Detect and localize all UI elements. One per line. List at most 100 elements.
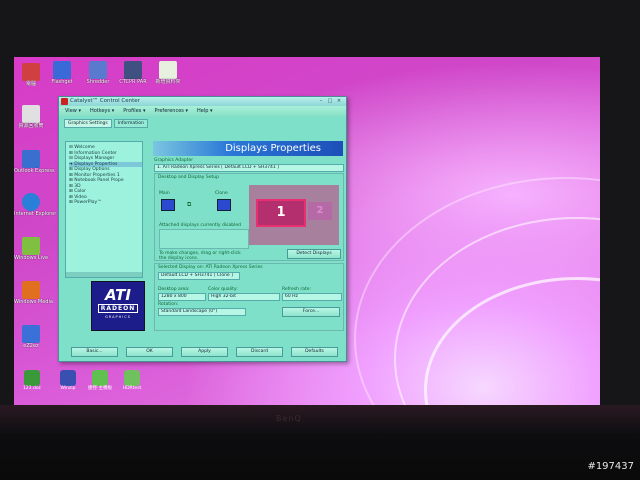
internet-explorer-icon (22, 193, 40, 211)
maximize-icon[interactable]: □ (326, 98, 334, 104)
graphics-adapter-select[interactable]: 1. ATI Radeon Xpress Series [ Default LC… (154, 164, 344, 172)
desktop-icon-media[interactable]: Windows Media (14, 281, 53, 305)
desktop-icon-winzip[interactable]: Winzip (56, 370, 80, 391)
close-icon[interactable]: × (335, 98, 343, 104)
drag-instructions: To make changes, drag or right-click the… (159, 251, 241, 261)
tab-bar: Graphics Settings Information (59, 116, 346, 128)
logo-graphics: GRAPHICS (105, 315, 131, 319)
desktop-icon-outlook[interactable]: Outlook Express (14, 150, 55, 174)
desktop-icon-ie[interactable]: Internet Explorer (14, 193, 57, 217)
minimize-icon[interactable]: – (317, 98, 325, 104)
desktop-icon-shredder[interactable]: Shredder (81, 61, 115, 85)
logo-radeon: RADEON (98, 304, 138, 313)
desktop-icon-label: Windows Media (14, 299, 53, 305)
discard-button[interactable]: Discard (236, 347, 283, 357)
monitor-brand-logo: BenQ (276, 414, 302, 423)
apply-button[interactable]: Apply (181, 347, 228, 357)
clone-display-icon[interactable] (217, 199, 231, 211)
display-2-tile[interactable]: 2 (308, 202, 332, 220)
winzip-icon (60, 370, 76, 386)
desktop-icon-new-folder[interactable]: 新增資料夾 (151, 61, 185, 85)
graphics-adapter-label: Graphics Adapter (154, 158, 194, 163)
desktop-icon-label: Winzip (60, 386, 76, 391)
basic-button[interactable]: Basic... (71, 347, 118, 357)
desktop-icon-live[interactable]: Windows Live (14, 237, 48, 261)
ez2ez-icon (22, 325, 40, 343)
desktop-icon-shortcut[interactable]: 捷徑-主機板 (88, 370, 112, 391)
window-button-bar: Basic... OK Apply Discard Defaults (71, 347, 341, 357)
windows-media-icon (22, 281, 40, 299)
desktop-icon-label: eZ2ez (23, 343, 39, 349)
catalyst-control-center-window[interactable]: Catalyst™ Control Center – □ × View ▾ Ho… (58, 96, 347, 362)
desktop-screen: 電腦 資源回收筒 Outlook Express Internet Explor… (14, 57, 600, 405)
window-titlebar[interactable]: Catalyst™ Control Center – □ × (59, 97, 346, 106)
tab-information[interactable]: Information (113, 119, 148, 128)
logo-brand: ATI (105, 286, 131, 304)
document-icon (24, 370, 40, 386)
desktop-icon-ctcpr[interactable]: CTCPR PAR (116, 61, 150, 85)
ati-app-icon (61, 98, 68, 105)
disabled-displays-area[interactable] (159, 229, 249, 249)
link-icon: ⧉ (187, 201, 192, 208)
desktop-icon-computer[interactable]: 電腦 (14, 63, 48, 87)
rotation-select[interactable]: Standard Landscape (0°) (158, 308, 246, 316)
desktop-icon-ez2ez[interactable]: eZ2ez (14, 325, 48, 349)
desktop-area-label: Desktop area: (158, 287, 190, 292)
desktop-icon-label: Internet Explorer (14, 211, 57, 217)
tree-horizontal-scrollbar[interactable] (66, 272, 142, 277)
attached-disabled-label: Attached displays currently disabled (159, 223, 241, 228)
ok-button[interactable]: OK (126, 347, 173, 357)
menu-view[interactable]: View ▾ (65, 108, 81, 114)
desktop-icon-recycle-bin[interactable]: 資源回收筒 (14, 105, 48, 129)
computer-icon (22, 63, 40, 81)
desktop-icon-label: CTCPR PAR (119, 79, 147, 85)
desktop-area-select[interactable]: 1280 x 800 (158, 293, 206, 301)
force-button[interactable]: Force... (282, 307, 340, 317)
outlook-express-icon (22, 150, 40, 168)
selected-display-label: Selected Display on: ATI Radeon Xpress S… (158, 265, 263, 270)
desktop-group-label: Desktop and Display Setup (158, 175, 220, 180)
recycle-bin-icon (22, 105, 40, 123)
menu-hotkeys[interactable]: Hotkeys ▾ (90, 108, 114, 114)
desktop-icon-label: Flashget (51, 79, 73, 85)
ati-radeon-logo: ATI RADEON GRAPHICS (91, 281, 145, 331)
display-1-tile[interactable]: 1 (256, 199, 306, 227)
shortcut-icon (92, 370, 108, 386)
shredder-icon (89, 61, 107, 79)
windows-live-icon (22, 237, 40, 255)
refresh-rate-label: Refresh rate: (282, 287, 312, 292)
folder-icon (159, 61, 177, 79)
desktop-icon-label: 123.doc (22, 386, 42, 391)
image-watermark: #197437 (587, 461, 634, 472)
desktop-icon-label: Shredder (86, 79, 110, 85)
detect-displays-button[interactable]: Detect Displays (287, 249, 341, 259)
clone-label: Clone (215, 191, 228, 196)
page-title: Displays Properties (153, 141, 343, 156)
menu-preferences[interactable]: Preferences ▾ (154, 108, 188, 114)
desktop-icon-label: 電腦 (25, 81, 36, 87)
defaults-button[interactable]: Defaults (291, 347, 338, 357)
menu-help[interactable]: Help ▾ (197, 108, 213, 114)
desktop-icon-label: HDRtest (122, 386, 142, 391)
window-title: Catalyst™ Control Center (70, 98, 140, 104)
desktop-icon-hdrtest[interactable]: HDRtest (120, 370, 144, 391)
selected-display-select[interactable]: Default LCD + SH3741 [ Clone ] (158, 272, 240, 280)
desktop-icon-label: Windows Live (14, 255, 49, 261)
desktop-icon-label: 捷徑-主機板 (88, 386, 113, 391)
refresh-rate-select[interactable]: 60 Hz (282, 293, 342, 301)
tree-item-powerplay[interactable]: ⊞ PowerPlay™ (69, 200, 142, 206)
monitor-bottom-bezel (0, 405, 640, 480)
tab-graphics-settings[interactable]: Graphics Settings (64, 119, 112, 128)
flashget-icon (53, 61, 71, 79)
main-display-icon[interactable] (161, 199, 175, 211)
settings-tree[interactable]: ⊟ Welcome ⊞ Information Center ⊟ Display… (65, 141, 143, 278)
desktop-icon-flashget[interactable]: Flashget (45, 61, 79, 85)
color-quality-select[interactable]: High 32-bit (208, 293, 280, 301)
main-label: Main (159, 191, 170, 196)
menu-bar: View ▾ Hotkeys ▾ Profiles ▾ Preferences … (59, 106, 346, 116)
desktop-icon-label: 資源回收筒 (18, 123, 44, 129)
desktop-icon-123-doc[interactable]: 123.doc (20, 370, 44, 391)
hdr-icon (124, 370, 140, 386)
ctcpr-icon (124, 61, 142, 79)
menu-profiles[interactable]: Profiles ▾ (123, 108, 145, 114)
